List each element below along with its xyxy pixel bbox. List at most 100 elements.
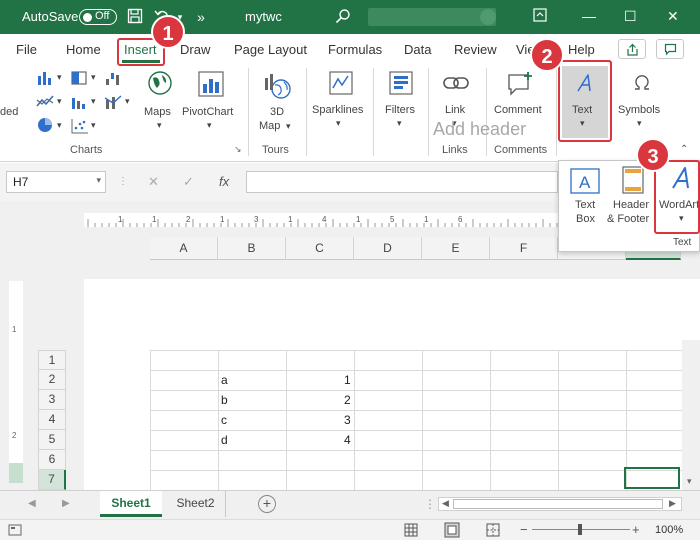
- cell-grid[interactable]: a 1 b 2 c 3 d 4: [150, 350, 690, 490]
- cell-c3[interactable]: 2: [344, 393, 351, 407]
- tab-file[interactable]: File: [16, 42, 37, 57]
- combo-chart-icon[interactable]: [104, 94, 124, 110]
- cell-c5[interactable]: 4: [344, 433, 351, 447]
- column-header-f[interactable]: F: [490, 237, 558, 260]
- scatter-chart-icon[interactable]: [70, 118, 90, 134]
- link-icon[interactable]: [442, 72, 470, 94]
- pivotchart-label[interactable]: PivotChart: [182, 106, 233, 118]
- cell-b5[interactable]: d: [221, 433, 228, 447]
- sheet-tab-sheet2[interactable]: Sheet2: [166, 491, 226, 517]
- dropdown-caret-icon[interactable]: ▾: [157, 120, 162, 131]
- search-icon[interactable]: [334, 8, 352, 26]
- dropdown-caret-icon[interactable]: ▾: [57, 72, 62, 83]
- column-chart-icon[interactable]: [36, 70, 56, 86]
- column-header-b[interactable]: B: [218, 237, 286, 260]
- dialog-launcher-icon[interactable]: ↘: [234, 144, 242, 155]
- filters-icon[interactable]: [388, 70, 414, 96]
- cancel-icon[interactable]: ✕: [148, 174, 159, 190]
- cell-c2[interactable]: 1: [344, 373, 351, 387]
- comment-icon[interactable]: [506, 70, 536, 98]
- share-button[interactable]: [618, 39, 646, 59]
- add-header-placeholder[interactable]: Add header: [433, 119, 526, 140]
- cell-b4[interactable]: c: [221, 413, 227, 427]
- header-footer-icon[interactable]: [621, 165, 645, 195]
- page-layout-view-icon[interactable]: [444, 522, 460, 538]
- avatar[interactable]: [480, 9, 496, 25]
- minimize-icon[interactable]: —: [582, 8, 596, 24]
- name-box[interactable]: H7 ▾: [6, 171, 106, 193]
- tab-draw[interactable]: Draw: [180, 42, 210, 57]
- tab-help[interactable]: Help: [568, 42, 595, 57]
- cell-b3[interactable]: b: [221, 393, 228, 407]
- link-label[interactable]: Link: [445, 104, 465, 116]
- sparklines-label[interactable]: Sparklines: [312, 104, 363, 116]
- ribbon-display-icon[interactable]: [531, 8, 549, 26]
- statistic-chart-icon[interactable]: [70, 94, 90, 110]
- dropdown-caret-icon[interactable]: ▾: [336, 118, 341, 129]
- dropdown-caret-icon[interactable]: ▾: [397, 118, 402, 129]
- row-header-6[interactable]: 6: [38, 450, 66, 470]
- autosave-toggle[interactable]: Off: [79, 9, 117, 25]
- scroll-left-icon[interactable]: ◀: [442, 498, 449, 509]
- row-header-1[interactable]: 1: [38, 350, 66, 370]
- tab-formulas[interactable]: Formulas: [328, 42, 382, 57]
- waterfall-chart-icon[interactable]: [104, 70, 124, 86]
- column-header-c[interactable]: C: [286, 237, 354, 260]
- row-header-4[interactable]: 4: [38, 410, 66, 430]
- symbols-label[interactable]: Symbols: [618, 104, 660, 116]
- row-header-2[interactable]: 2: [38, 370, 66, 390]
- textbox-label[interactable]: Text: [575, 199, 595, 211]
- zoom-in-button[interactable]: +: [632, 522, 640, 537]
- sparklines-icon[interactable]: [328, 70, 354, 96]
- normal-view-icon[interactable]: [404, 523, 418, 537]
- dropdown-caret-icon[interactable]: ▾: [91, 72, 96, 83]
- dropdown-caret-icon[interactable]: ▾: [207, 120, 212, 131]
- formula-input[interactable]: [246, 171, 558, 193]
- chevron-down-icon[interactable]: ▾: [96, 175, 101, 186]
- textbox-label-2[interactable]: Box: [576, 213, 595, 225]
- comments-button[interactable]: [656, 39, 684, 59]
- zoom-slider-thumb[interactable]: [578, 524, 582, 535]
- tab-home[interactable]: Home: [66, 42, 101, 57]
- cell-c4[interactable]: 3: [344, 413, 351, 427]
- column-header-a[interactable]: A: [150, 237, 218, 260]
- row-header-5[interactable]: 5: [38, 430, 66, 450]
- row-header-3[interactable]: 3: [38, 390, 66, 410]
- dropdown-caret-icon[interactable]: ▾: [91, 96, 96, 107]
- tab-data[interactable]: Data: [404, 42, 431, 57]
- tab-review[interactable]: Review: [454, 42, 497, 57]
- insert-function-icon[interactable]: fx: [219, 174, 229, 189]
- dropdown-caret-icon[interactable]: ▾: [57, 96, 62, 107]
- cell-b2[interactable]: a: [221, 373, 228, 387]
- filters-label[interactable]: Filters: [385, 104, 415, 116]
- save-icon[interactable]: [126, 8, 144, 26]
- dropdown-caret-icon[interactable]: ▾: [91, 120, 96, 131]
- scrollbar-thumb[interactable]: [453, 499, 663, 509]
- pie-chart-icon[interactable]: [36, 116, 54, 134]
- selected-cell-h7[interactable]: [624, 467, 680, 489]
- vertical-scrollbar[interactable]: ▾: [682, 340, 700, 490]
- dropdown-caret-icon[interactable]: ▾: [637, 118, 642, 129]
- page-break-view-icon[interactable]: [486, 523, 500, 537]
- horizontal-scrollbar[interactable]: ◀ ▶: [438, 497, 682, 511]
- column-header-d[interactable]: D: [354, 237, 422, 260]
- maps-icon[interactable]: [147, 70, 173, 96]
- maps-label[interactable]: Maps: [144, 106, 171, 118]
- tab-scroll-right-icon[interactable]: ▶: [62, 498, 70, 509]
- 3d-map-label-2[interactable]: Map: [259, 120, 280, 132]
- comment-label[interactable]: Comment: [494, 104, 542, 116]
- header-footer-label[interactable]: Header: [613, 199, 649, 211]
- macro-record-icon[interactable]: [8, 524, 22, 536]
- dropdown-caret-icon[interactable]: ▾: [286, 121, 291, 132]
- zoom-level[interactable]: 100%: [655, 524, 683, 536]
- maximize-icon[interactable]: ☐: [624, 8, 637, 25]
- tab-scroll-left-icon[interactable]: ◀: [28, 498, 36, 509]
- add-sheet-button[interactable]: +: [258, 495, 276, 513]
- scroll-right-icon[interactable]: ▶: [669, 498, 676, 509]
- line-chart-icon[interactable]: [36, 94, 56, 110]
- collapse-ribbon-icon[interactable]: ⌃: [680, 144, 688, 155]
- close-icon[interactable]: ✕: [667, 8, 679, 25]
- dropdown-caret-icon[interactable]: ▾: [125, 96, 130, 107]
- enter-icon[interactable]: ✓: [183, 174, 194, 190]
- scroll-down-icon[interactable]: ▾: [687, 476, 692, 487]
